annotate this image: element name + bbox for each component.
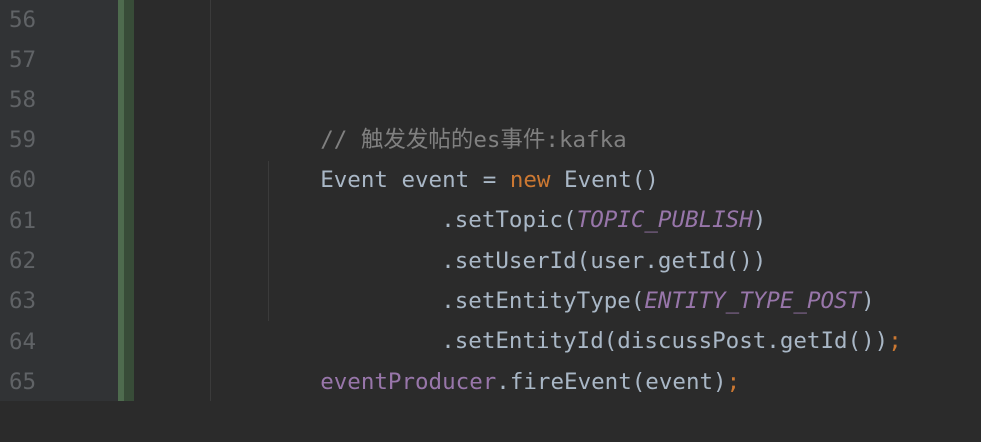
code-line-63[interactable]: .setEntityId(discussPost.getId()); (387, 281, 902, 354)
line-number-61: 61 (9, 208, 37, 234)
vcs-change-marker[interactable] (118, 0, 134, 401)
line-number-57: 57 (9, 47, 37, 73)
line-number-58: 58 (9, 87, 37, 113)
code-editor[interactable]: 56 57 58 59 60 61 62 63 64 65 // 触发发帖的es… (0, 0, 981, 401)
indent-guide-outer (210, 0, 211, 401)
line-number-64: 64 (9, 329, 37, 355)
line-number-65: 65 (9, 369, 37, 395)
line-number-gutter[interactable]: 56 57 58 59 60 61 62 63 64 65 (0, 0, 118, 401)
code-line-62[interactable]: .setEntityType(ENTITY_TYPE_POST) (387, 241, 875, 314)
code-line-61[interactable]: .setUserId(user.getId()) (387, 201, 766, 274)
line-number-56: 56 (9, 7, 37, 33)
line-number-63: 63 (9, 288, 37, 314)
field-name: eventProducer (320, 369, 497, 395)
vcs-change-bar (118, 0, 124, 401)
semicolon: ; (888, 328, 902, 354)
method-call: .fireEvent(event) (496, 369, 727, 395)
line-number-62: 62 (9, 248, 37, 274)
line-number-59: 59 (9, 127, 37, 153)
code-line-59[interactable]: Event event = new Event() (266, 120, 659, 193)
code-line-60[interactable]: .setTopic(TOPIC_PUBLISH) (387, 160, 766, 233)
code-line-58[interactable]: // 触发发帖的es事件:kafka (266, 80, 627, 153)
code-line-64[interactable]: eventProducer.fireEvent(event); (266, 322, 740, 395)
semicolon: ; (726, 369, 741, 395)
type-name: Event (320, 167, 388, 193)
line-number-60: 60 (9, 167, 37, 193)
